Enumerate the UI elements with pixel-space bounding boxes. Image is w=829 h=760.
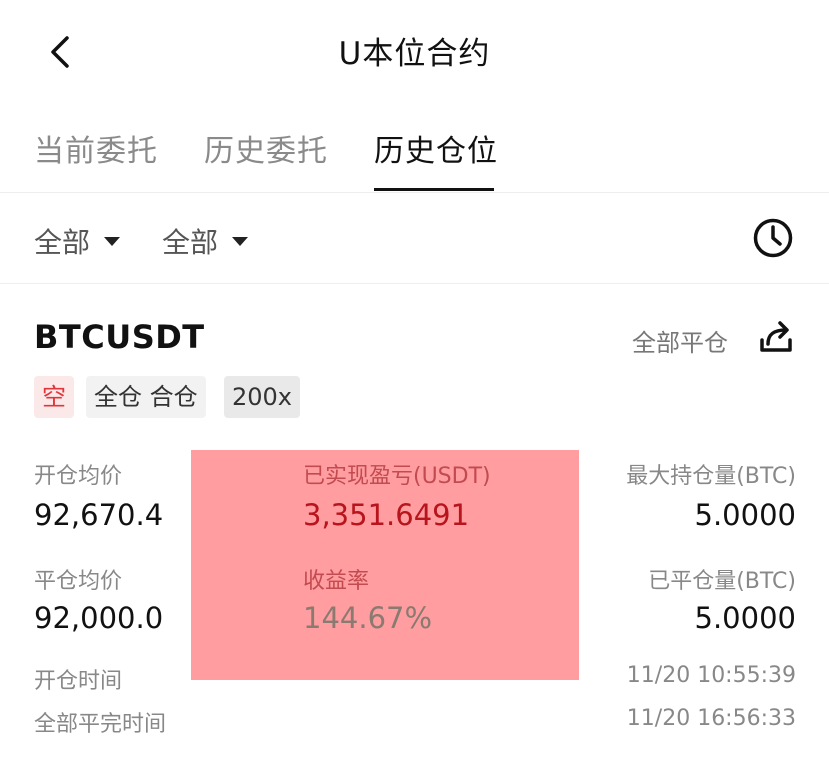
- active-tab-indicator: [374, 188, 494, 191]
- open-time-label: 开仓时间: [34, 669, 123, 694]
- realized-pnl-value: 3,351.6491: [303, 498, 470, 532]
- open-time-value: 11/20 10:55:39: [626, 663, 796, 688]
- max-position-label: 最大持仓量(BTC): [626, 464, 796, 489]
- avg-close-price-label: 平仓均价: [34, 569, 123, 594]
- roe-label: 收益率: [303, 569, 370, 594]
- tab-order-history[interactable]: 历史委托: [204, 126, 328, 170]
- closed-qty-label: 已平仓量(BTC): [648, 569, 796, 594]
- avg-close-price-value: 92,000.0: [34, 601, 164, 635]
- filter-dropdown-2[interactable]: 全部: [162, 221, 249, 261]
- filter-dropdown-1-label: 全部: [34, 226, 91, 259]
- closed-qty-value: 5.0000: [694, 601, 796, 635]
- share-button[interactable]: [756, 318, 796, 356]
- tab-current-orders[interactable]: 当前委托: [34, 126, 158, 170]
- close-time-value: 11/20 16:56:33: [626, 706, 796, 731]
- max-position-value: 5.0000: [694, 498, 796, 532]
- leverage-tag: 200x: [224, 376, 301, 418]
- close-time-label: 全部平完时间: [34, 712, 167, 737]
- history-time-button[interactable]: [752, 217, 794, 259]
- filter-dropdown-1[interactable]: 全部: [34, 221, 121, 261]
- tab-bar: 当前委托 历史委托 历史仓位: [0, 102, 829, 193]
- side-tag: 空: [34, 376, 74, 418]
- symbol-name: BTCUSDT: [34, 318, 205, 356]
- top-bar: U本位合约: [0, 0, 829, 102]
- close-all-button[interactable]: 全部平仓: [632, 323, 728, 358]
- clock-icon: [753, 218, 793, 258]
- avg-open-price-value: 92,670.4: [34, 498, 164, 532]
- avg-open-price-label: 开仓均价: [34, 464, 123, 489]
- caret-down-icon: [232, 236, 249, 246]
- filter-bar: 全部 全部: [0, 193, 829, 284]
- caret-down-icon: [104, 236, 121, 246]
- margin-mode-tag: 全仓 合仓: [86, 376, 206, 418]
- roe-value: 144.67%: [303, 601, 433, 635]
- page-title: U本位合约: [338, 36, 491, 72]
- filter-dropdown-2-label: 全部: [162, 226, 219, 259]
- realized-pnl-label: 已实现盈亏(USDT): [303, 464, 491, 489]
- tab-position-history[interactable]: 历史仓位: [374, 126, 498, 170]
- share-icon: [760, 321, 792, 352]
